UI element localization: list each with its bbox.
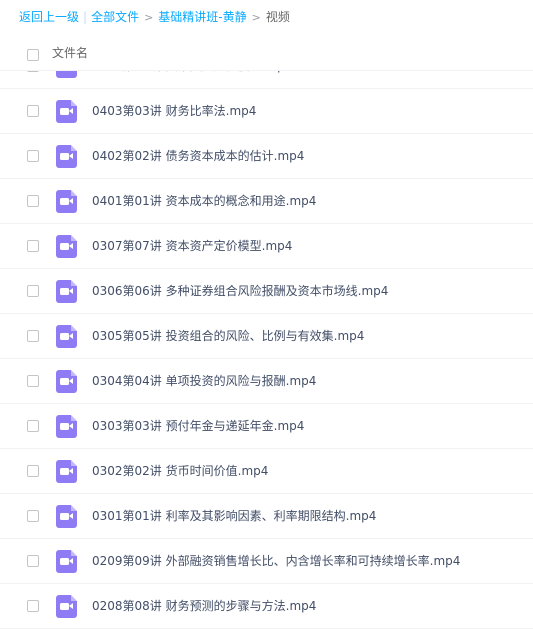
- file-name[interactable]: 0208第08讲 财务预测的步骤与方法.mp4: [92, 598, 316, 615]
- file-checkbox[interactable]: [27, 420, 39, 432]
- file-row[interactable]: 0403第03讲 财务比率法.mp4: [0, 89, 533, 134]
- video-file-icon: [56, 145, 77, 168]
- video-file-icon: [56, 100, 77, 123]
- back-link[interactable]: 返回上一级: [19, 10, 79, 24]
- file-checkbox[interactable]: [27, 71, 39, 72]
- file-checkbox[interactable]: [27, 375, 39, 387]
- video-file-icon: [56, 325, 77, 348]
- file-checkbox[interactable]: [27, 510, 39, 522]
- file-row[interactable]: 0305第05讲 投资组合的风险、比例与有效集.mp4: [0, 314, 533, 359]
- file-row[interactable]: 0307第07讲 资本资产定价模型.mp4: [0, 224, 533, 269]
- file-row[interactable]: 0404第04讲 资本资产定价模型.mp4: [0, 71, 533, 89]
- file-row[interactable]: 0209第09讲 外部融资销售增长比、内含增长率和可持续增长率.mp4: [0, 539, 533, 584]
- file-checkbox[interactable]: [27, 330, 39, 342]
- breadcrumb-separator: >: [251, 11, 261, 24]
- video-file-icon: [56, 370, 77, 393]
- file-row[interactable]: 0303第03讲 预付年金与递延年金.mp4: [0, 404, 533, 449]
- video-file-icon: [56, 460, 77, 483]
- file-checkbox[interactable]: [27, 285, 39, 297]
- file-list-header: 文件名: [0, 40, 533, 71]
- file-checkbox[interactable]: [27, 600, 39, 612]
- file-name[interactable]: 0401第01讲 资本成本的概念和用途.mp4: [92, 193, 316, 210]
- video-file-icon: [56, 550, 77, 573]
- video-file-icon: [56, 235, 77, 258]
- folder-link[interactable]: 基础精讲班-黄静: [158, 10, 246, 24]
- file-name[interactable]: 0304第04讲 单项投资的风险与报酬.mp4: [92, 373, 316, 390]
- file-list[interactable]: 0404第04讲 资本资产定价模型.mp4 0403第03讲 财务比率法.mp4 0…: [0, 71, 533, 633]
- file-name[interactable]: 0307第07讲 资本资产定价模型.mp4: [92, 238, 292, 255]
- file-name[interactable]: 0402第02讲 债务资本成本的估计.mp4: [92, 148, 304, 165]
- breadcrumb-divider: |: [83, 10, 88, 24]
- file-checkbox[interactable]: [27, 240, 39, 252]
- file-row[interactable]: 0304第04讲 单项投资的风险与报酬.mp4: [0, 359, 533, 404]
- video-file-icon: [56, 280, 77, 303]
- file-row[interactable]: 0302第02讲 货币时间价值.mp4: [0, 449, 533, 494]
- file-name[interactable]: 0302第02讲 货币时间价值.mp4: [92, 463, 268, 480]
- video-file-icon: [56, 415, 77, 438]
- filename-column-header[interactable]: 文件名: [52, 45, 88, 61]
- file-name[interactable]: 0209第09讲 外部融资销售增长比、内含增长率和可持续增长率.mp4: [92, 553, 460, 570]
- video-file-icon: [56, 190, 77, 213]
- file-row[interactable]: 0301第01讲 利率及其影响因素、利率期限结构.mp4: [0, 494, 533, 539]
- file-name[interactable]: 0303第03讲 预付年金与递延年金.mp4: [92, 418, 304, 435]
- file-name[interactable]: 0404第04讲 资本资产定价模型.mp4: [92, 71, 292, 75]
- file-row[interactable]: 0401第01讲 资本成本的概念和用途.mp4: [0, 179, 533, 224]
- file-checkbox[interactable]: [27, 105, 39, 117]
- breadcrumb: 返回上一级 | 全部文件 > 基础精讲班-黄静 > 视频: [19, 7, 290, 27]
- video-file-icon: [56, 595, 77, 618]
- breadcrumb-separator: >: [144, 11, 154, 24]
- current-folder: 视频: [265, 10, 290, 24]
- video-file-icon: [56, 505, 77, 528]
- file-name[interactable]: 0306第06讲 多种证券组合风险报酬及资本市场线.mp4: [92, 283, 388, 300]
- file-checkbox[interactable]: [27, 150, 39, 162]
- all-files-link[interactable]: 全部文件: [91, 10, 139, 24]
- file-name[interactable]: 0305第05讲 投资组合的风险、比例与有效集.mp4: [92, 328, 364, 345]
- file-list-rows: 0404第04讲 资本资产定价模型.mp4 0403第03讲 财务比率法.mp4 0…: [0, 71, 533, 629]
- file-checkbox[interactable]: [27, 555, 39, 567]
- file-row[interactable]: 0306第06讲 多种证券组合风险报酬及资本市场线.mp4: [0, 269, 533, 314]
- file-name[interactable]: 0403第03讲 财务比率法.mp4: [92, 103, 256, 120]
- file-name[interactable]: 0301第01讲 利率及其影响因素、利率期限结构.mp4: [92, 508, 376, 525]
- file-row[interactable]: 0402第02讲 债务资本成本的估计.mp4: [0, 134, 533, 179]
- file-checkbox[interactable]: [27, 465, 39, 477]
- select-all-checkbox[interactable]: [27, 49, 39, 61]
- file-checkbox[interactable]: [27, 195, 39, 207]
- video-file-icon: [56, 71, 77, 78]
- file-row[interactable]: 0208第08讲 财务预测的步骤与方法.mp4: [0, 584, 533, 629]
